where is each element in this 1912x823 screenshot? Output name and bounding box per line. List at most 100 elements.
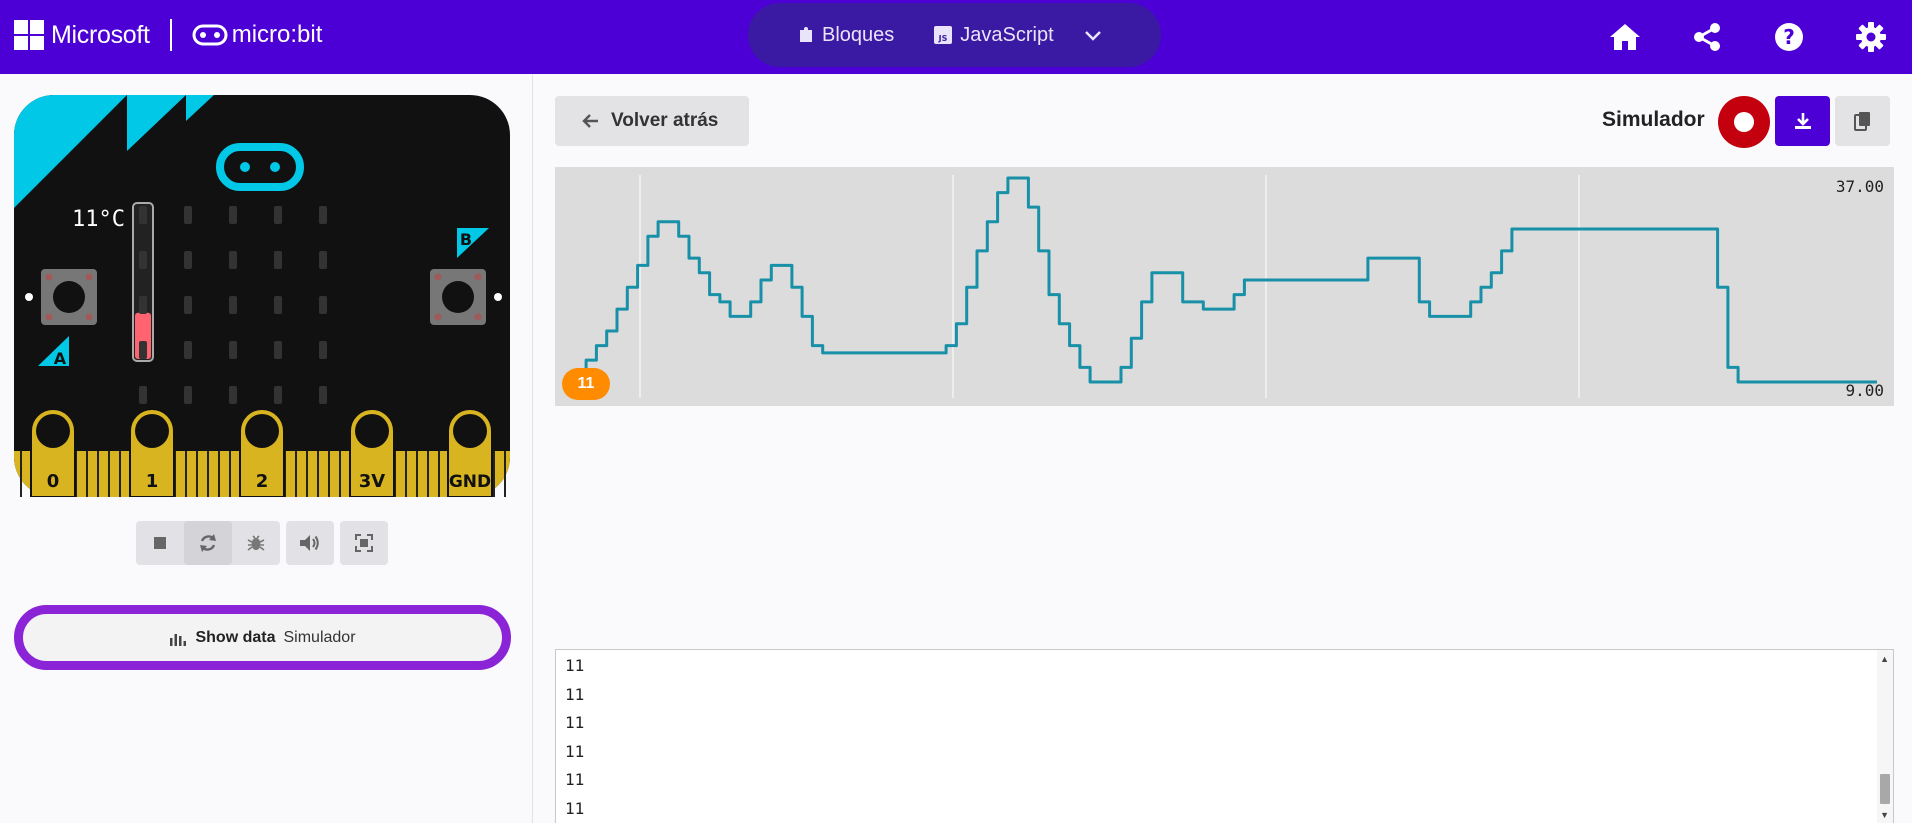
stop-icon [154, 537, 166, 549]
share-button[interactable] [1666, 0, 1748, 74]
download-button[interactable] [1775, 96, 1830, 146]
settings-button[interactable] [1830, 0, 1912, 74]
top-actions: ? [1584, 0, 1912, 74]
restart-icon [200, 534, 216, 552]
led [184, 386, 192, 404]
led [184, 206, 192, 224]
help-button[interactable]: ? [1748, 0, 1830, 74]
pin-label: 3V [359, 471, 386, 492]
editor-more-button[interactable] [1084, 3, 1102, 67]
tab-blocks-label: Bloques [822, 23, 895, 46]
tab-blocks[interactable]: Bloques [788, 3, 904, 67]
stop-button[interactable] [136, 521, 184, 565]
button-b-label: B [460, 230, 472, 249]
scroll-up-icon[interactable]: ▲ [1880, 654, 1889, 664]
gear-icon [1856, 22, 1886, 52]
show-data-source: Simulador [283, 628, 356, 646]
pin-gnd[interactable]: GND [447, 408, 493, 497]
chart-ymin-label: 9.00 [1845, 381, 1884, 400]
chart-series-line [581, 176, 1877, 384]
button-b[interactable] [430, 269, 486, 325]
led [319, 341, 327, 359]
led [139, 296, 147, 314]
copy-icon [1853, 112, 1870, 131]
data-source-title: Simulador [1602, 108, 1705, 131]
serial-console[interactable]: 11 11 11 11 11 11 ▲ ▼ [555, 649, 1894, 823]
microbit-face-icon [192, 24, 228, 46]
chart-plot [581, 175, 1877, 398]
puzzle-icon [800, 27, 812, 42]
temperature-readout: 11°C [72, 207, 125, 232]
svg-text:JS: JS [938, 34, 948, 43]
led [319, 251, 327, 269]
brand-divider [169, 19, 172, 51]
current-value-badge: 11 [562, 368, 610, 400]
tab-javascript[interactable]: JS JavaScript [924, 3, 1063, 67]
microbit-board[interactable]: 11°C A B 0 1 2 3V GND [14, 95, 510, 497]
chart-ymax-label: 37.00 [1835, 177, 1884, 196]
copy-button[interactable] [1835, 96, 1890, 146]
bar-chart-icon [170, 633, 187, 646]
back-button[interactable]: Volver atrás [555, 96, 749, 146]
simulator-controls [136, 521, 388, 565]
scroll-down-icon[interactable]: ▼ [1880, 810, 1889, 820]
record-button[interactable] [1718, 96, 1770, 148]
console-line: 11 [565, 798, 585, 818]
pin-3v[interactable]: 3V [349, 408, 395, 497]
led [319, 296, 327, 314]
show-data-button[interactable]: Show data Simulador [14, 605, 511, 670]
arrow-left-icon [582, 114, 598, 128]
download-icon [1794, 113, 1811, 129]
pin-1[interactable]: 1 [129, 408, 175, 497]
mute-icon [300, 535, 319, 551]
fullscreen-button[interactable] [340, 521, 388, 565]
data-view-panel: Volver atrás Simulador 37.00 9.00 11 11 1… [534, 74, 1912, 823]
temperature-slider[interactable] [132, 202, 154, 362]
led [139, 206, 147, 224]
show-data-label: Show data [195, 628, 276, 646]
microsoft-logo-icon [14, 20, 44, 50]
simulator-panel: 11°C A B 0 1 2 3V GND Show data Simulado… [0, 74, 533, 823]
tab-javascript-label: JavaScript [960, 23, 1054, 46]
led [139, 251, 147, 269]
scroll-thumb[interactable] [1880, 774, 1890, 804]
led [274, 206, 282, 224]
js-icon: JS [934, 26, 953, 44]
led [319, 386, 327, 404]
pin-2[interactable]: 2 [239, 408, 285, 497]
home-icon [1610, 24, 1640, 50]
led [274, 386, 282, 404]
led [184, 296, 192, 314]
console-scrollbar[interactable]: ▲ ▼ [1877, 650, 1893, 823]
led [229, 341, 237, 359]
microbit-logo: micro:bit [192, 21, 323, 49]
sim-run-group [136, 521, 280, 565]
help-icon: ? [1775, 23, 1803, 51]
restart-button[interactable] [184, 521, 232, 565]
led [184, 341, 192, 359]
fullscreen-icon [355, 534, 373, 552]
console-line: 11 [565, 741, 585, 761]
led [274, 251, 282, 269]
console-lines: 11 11 11 11 11 11 [565, 656, 584, 823]
led [139, 386, 147, 404]
pin-label: 1 [146, 471, 159, 492]
editor-switch: Bloques JS JavaScript [748, 3, 1161, 67]
record-icon [1734, 112, 1754, 132]
chevron-down-icon [1084, 31, 1101, 41]
home-button[interactable] [1584, 0, 1666, 74]
top-bar: Microsoft micro:bit Bloques JS JavaScrip… [0, 0, 1912, 74]
microbit-label: micro:bit [231, 21, 323, 48]
brand[interactable]: Microsoft micro:bit [14, 19, 322, 51]
pin-0[interactable]: 0 [30, 408, 76, 497]
led [229, 251, 237, 269]
led [229, 296, 237, 314]
debug-button[interactable] [232, 521, 280, 565]
console-line: 11 [565, 684, 585, 704]
console-line: 11 [565, 713, 585, 732]
mute-button[interactable] [286, 521, 334, 565]
button-a[interactable] [41, 269, 97, 325]
share-icon [1694, 23, 1720, 51]
led [229, 386, 237, 404]
svg-text:?: ? [1783, 25, 1795, 49]
